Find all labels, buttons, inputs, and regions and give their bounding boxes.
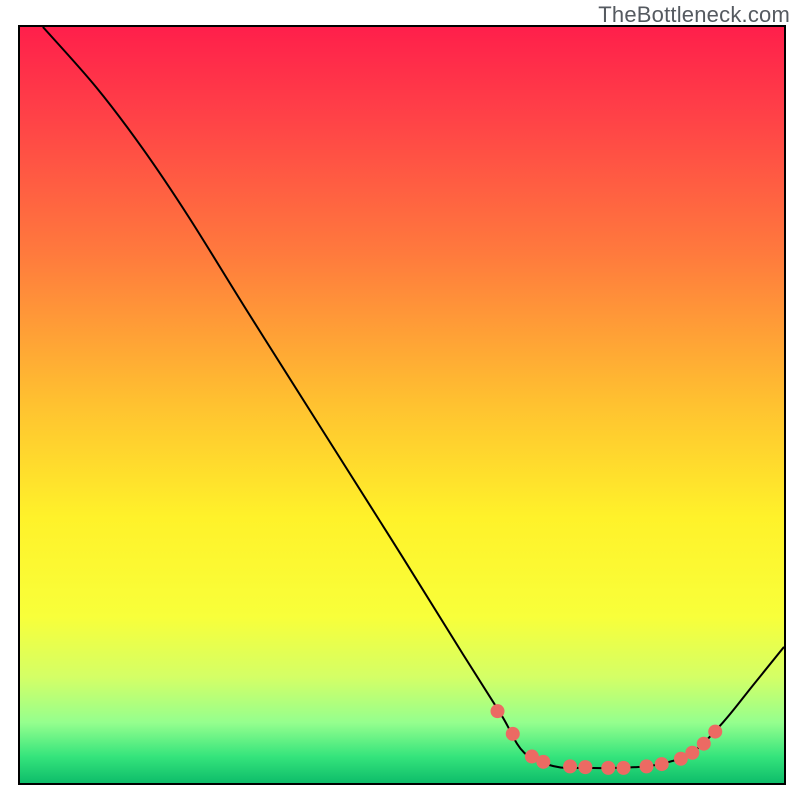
chart-container: TheBottleneck.com <box>0 0 800 800</box>
marker-dot <box>685 746 699 760</box>
marker-dot <box>697 737 711 751</box>
chart-svg <box>20 27 784 783</box>
marker-dot <box>639 759 653 773</box>
plot-area <box>18 25 786 785</box>
marker-dot <box>708 725 722 739</box>
marker-dot <box>563 759 577 773</box>
marker-dot <box>578 760 592 774</box>
marker-dot <box>601 761 615 775</box>
marker-dot <box>655 757 669 771</box>
marker-dot <box>491 704 505 718</box>
marker-dot <box>506 727 520 741</box>
marker-dot <box>617 761 631 775</box>
marker-dot <box>536 755 550 769</box>
gradient-bg <box>20 27 784 783</box>
